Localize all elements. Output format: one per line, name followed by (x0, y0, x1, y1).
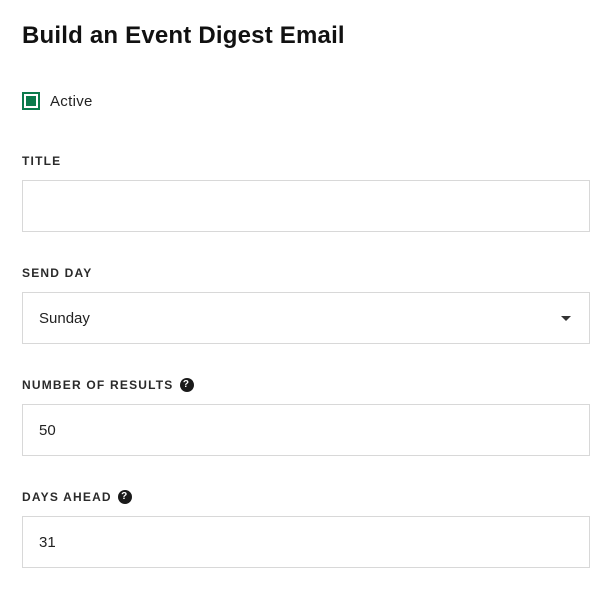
checkbox-checked-icon (26, 96, 36, 106)
days-ahead-label-text: DAYS AHEAD (22, 490, 112, 504)
days-ahead-label: DAYS AHEAD ? (22, 490, 590, 504)
active-checkbox-row: Active (22, 92, 590, 110)
send-day-field: SEND DAY Sunday (22, 266, 590, 344)
chevron-down-icon (561, 316, 571, 321)
title-label: TITLE (22, 154, 590, 168)
number-of-results-input[interactable] (22, 404, 590, 456)
active-checkbox-label: Active (50, 93, 93, 110)
number-of-results-field: NUMBER OF RESULTS ? (22, 378, 590, 456)
days-ahead-input[interactable] (22, 516, 590, 568)
title-input[interactable] (22, 180, 590, 232)
send-day-label: SEND DAY (22, 266, 590, 280)
page-title: Build an Event Digest Email (22, 22, 590, 50)
active-checkbox[interactable] (22, 92, 40, 110)
send-day-label-text: SEND DAY (22, 266, 93, 280)
title-field: TITLE (22, 154, 590, 232)
number-of-results-label-text: NUMBER OF RESULTS (22, 378, 174, 392)
help-icon[interactable]: ? (180, 378, 194, 392)
days-ahead-field: DAYS AHEAD ? (22, 490, 590, 568)
send-day-select[interactable]: Sunday (22, 292, 590, 344)
send-day-value: Sunday (39, 310, 90, 327)
help-icon[interactable]: ? (118, 490, 132, 504)
number-of-results-label: NUMBER OF RESULTS ? (22, 378, 590, 392)
title-label-text: TITLE (22, 154, 61, 168)
